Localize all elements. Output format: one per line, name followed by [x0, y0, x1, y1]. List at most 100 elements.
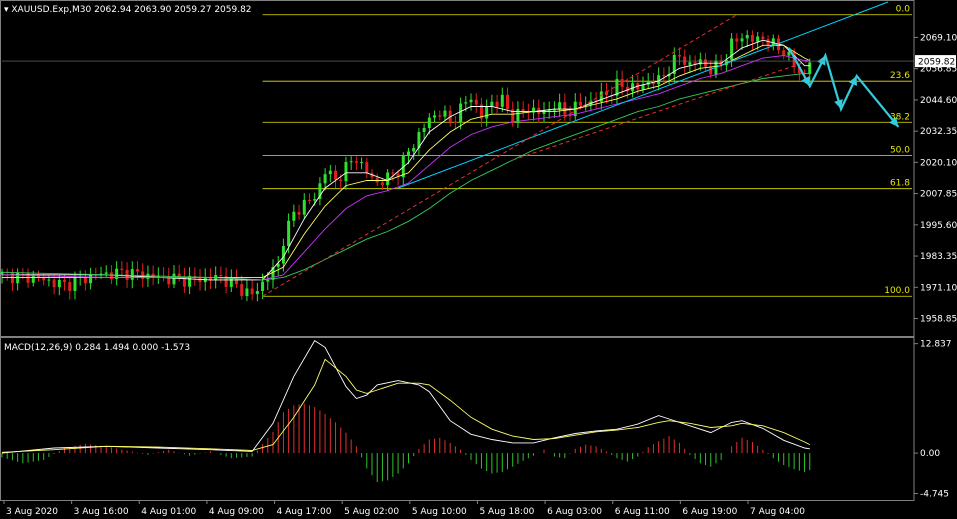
macd-line	[1, 358, 811, 453]
time-tick-label: 3 Aug 16:00	[74, 507, 129, 517]
fib-label: 50.0	[890, 145, 910, 155]
projection-arrow[interactable]	[787, 47, 900, 128]
time-tick-label: 3 Aug 2020	[6, 507, 58, 517]
candle-body	[292, 211, 296, 221]
current-price-label: 2059.82	[918, 58, 955, 68]
candle-body	[130, 269, 134, 280]
time-tick-label: 5 Aug 02:00	[344, 507, 399, 517]
candle-body	[47, 279, 51, 281]
candle-body	[349, 161, 353, 163]
candle-body	[782, 50, 786, 56]
candle-body	[177, 273, 181, 277]
moving-average-line	[2, 44, 810, 278]
candle-body	[109, 272, 113, 280]
price-tick-label: 1971.10	[920, 283, 957, 293]
candle-body	[57, 279, 61, 288]
candle-body	[219, 274, 223, 277]
candle-body	[500, 94, 504, 107]
candle-body	[42, 277, 46, 281]
fib-label: 100.0	[884, 286, 910, 296]
candle-body	[427, 117, 431, 129]
axes: 2069.102056.852044.602032.352020.102007.…	[2, 33, 957, 517]
candle-body	[52, 279, 56, 288]
time-tick-label: 6 Aug 11:00	[615, 507, 670, 517]
candle-body	[474, 99, 478, 105]
macd-tick-label: 0.00	[920, 449, 940, 459]
candle-body	[756, 36, 760, 42]
candle-body	[375, 177, 379, 183]
price-tick-label: 2032.35	[920, 127, 957, 137]
candle-body	[73, 277, 77, 291]
moving-averages	[1, 39, 810, 281]
projection-path	[787, 47, 900, 128]
fib-label: 61.8	[890, 179, 910, 189]
macd-tick-label: 12.837	[920, 340, 952, 350]
candle-body	[552, 109, 556, 111]
trend-lines[interactable]	[262, 1, 889, 297]
headers: ▾ XAUUSD.Exp,M30 2062.94 2063.90 2059.27…	[4, 5, 252, 353]
trading-chart[interactable]: 0.0 23.6 38.2 50.0 61.8 100.0 2069.10 2056.85 2…	[0, 0, 957, 519]
candle-body	[297, 211, 301, 215]
time-tick-label: 6 Aug 19:00	[682, 507, 737, 517]
fib-label: 0.0	[896, 5, 911, 15]
candle-body	[412, 147, 416, 152]
price-tick-label: 1958.85	[920, 315, 957, 325]
candle-body	[620, 79, 624, 87]
fibonacci-levels[interactable]: 0.023.638.250.061.8100.0	[262, 5, 912, 297]
moving-average-line	[2, 39, 810, 281]
symbol-title: ▾ XAUUSD.Exp,M30 2062.94 2063.90 2059.27…	[4, 5, 252, 15]
candle-body	[261, 281, 265, 292]
candle-body	[380, 182, 384, 185]
candle-body	[443, 110, 447, 117]
candle-body	[302, 199, 306, 215]
candle-body	[245, 288, 249, 297]
time-tick-label: 6 Aug 03:00	[547, 507, 602, 517]
candles	[0, 30, 812, 302]
candle-body	[771, 38, 775, 46]
candle-body	[104, 272, 108, 274]
candle-body	[485, 106, 489, 119]
candle-body	[360, 162, 364, 164]
candle-body	[68, 282, 72, 291]
candle-body	[578, 101, 582, 106]
candle-body	[709, 66, 713, 75]
moving-average-line	[1, 55, 810, 281]
main-panel-border	[0, 0, 915, 337]
candle-body	[323, 174, 327, 184]
candle-body	[495, 101, 499, 107]
time-tick-label: 5 Aug 18:00	[479, 507, 534, 517]
candle-body	[391, 172, 395, 174]
candle-body	[198, 277, 202, 283]
trend-line	[512, 60, 810, 161]
candle-body	[422, 128, 426, 132]
candle-body	[563, 102, 567, 115]
candle-body	[745, 35, 749, 39]
price-tick-label: 2020.10	[920, 158, 957, 168]
candle-body	[662, 75, 666, 77]
trend-line	[397, 1, 889, 189]
candle-body	[255, 291, 259, 295]
time-tick-label: 4 Aug 09:00	[209, 507, 264, 517]
macd-panel	[1, 339, 811, 483]
candle-body	[182, 276, 186, 287]
candle-body	[766, 39, 770, 46]
macd-title: MACD(12,26,9) 0.284 1.494 0.000 -1.573	[4, 343, 190, 353]
moving-average-line	[1, 72, 810, 281]
time-tick-label: 4 Aug 17:00	[277, 507, 332, 517]
candle-body	[354, 161, 358, 163]
candle-body	[469, 99, 473, 103]
candle-body	[740, 38, 744, 42]
candle-body	[307, 199, 311, 201]
chart-canvas[interactable]: 0.023.638.250.061.8100.0 2069.102056.852…	[0, 0, 957, 519]
candle-body	[787, 51, 791, 56]
candle-body	[266, 279, 270, 282]
macd-tick-label: -4.745	[920, 490, 949, 500]
candle-body	[735, 38, 739, 42]
candle-body	[459, 103, 463, 123]
candle-body	[31, 275, 35, 283]
candle-body	[240, 284, 244, 297]
candle-body	[63, 279, 67, 283]
candle-body	[328, 170, 332, 175]
candle-body	[750, 35, 754, 42]
candle-body	[677, 54, 681, 57]
